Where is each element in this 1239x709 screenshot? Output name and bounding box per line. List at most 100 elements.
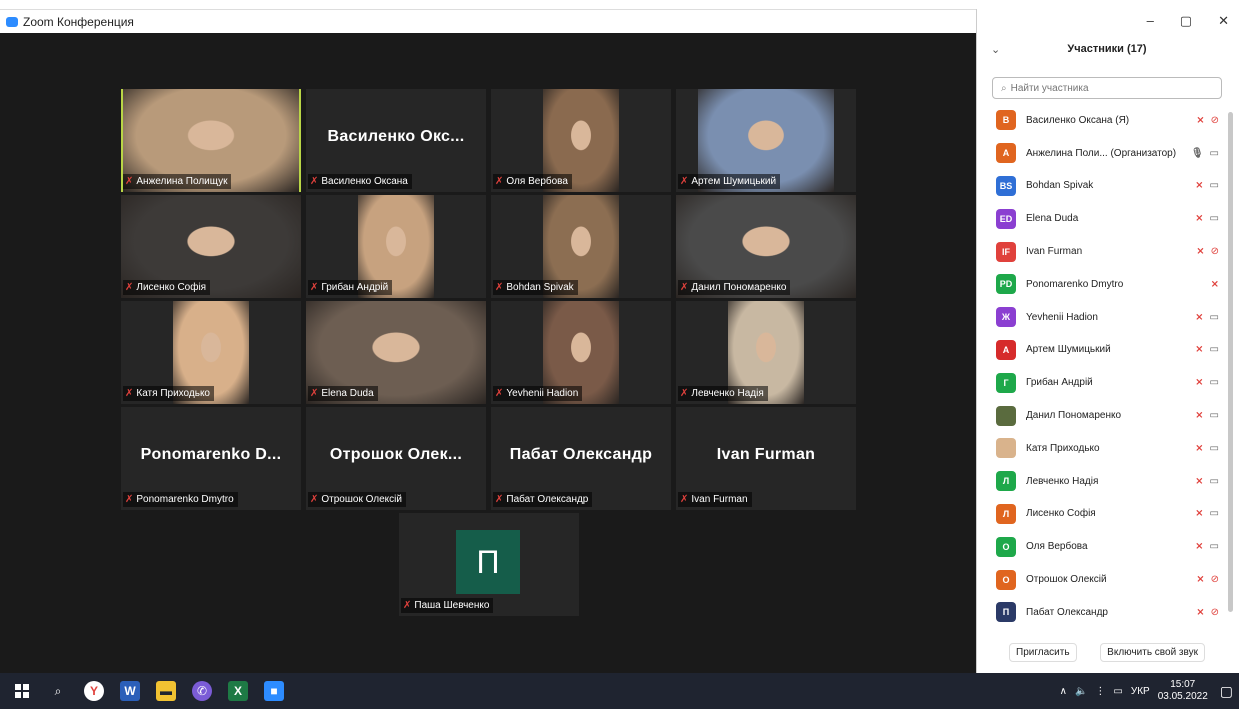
file-explorer-icon[interactable]: ▬: [156, 681, 176, 701]
camera-icon[interactable]: ▭: [1210, 377, 1219, 388]
mic-muted-icon[interactable]: ⨯: [1211, 279, 1219, 290]
participant-row[interactable]: Ж Yevhenii Hadion ⨯ ▭: [977, 301, 1227, 334]
tile-name: Bohdan Spivak: [506, 282, 574, 293]
video-tile[interactable]: ✗ Катя Приходько: [121, 301, 301, 404]
video-tile[interactable]: Василенко Окс... ✗ Василенко Оксана: [306, 89, 486, 192]
microphone-icon[interactable]: 🎙: [1191, 148, 1204, 159]
video-tile[interactable]: ✗ Артем Шумицький: [676, 89, 856, 192]
camera-icon[interactable]: ▭: [1210, 443, 1219, 454]
participant-row[interactable]: В Василенко Оксана (Я) ⨯ ⊘: [977, 104, 1227, 137]
excel-icon[interactable]: X: [228, 681, 248, 701]
participant-row[interactable]: П Пабат Олександр ⨯ ⊘: [977, 596, 1227, 629]
video-grid: ✗ Анжелина Полищук Василенко Окс... ✗ Василе…: [0, 33, 976, 673]
mic-muted-icon[interactable]: ⨯: [1196, 574, 1204, 585]
participant-row[interactable]: О Отрошок Олексій ⨯ ⊘: [977, 563, 1227, 596]
participant-row[interactable]: Л Левченко Надія ⨯ ▭: [977, 465, 1227, 498]
word-icon[interactable]: W: [120, 681, 140, 701]
camera-off-icon[interactable]: ⊘: [1211, 607, 1219, 618]
participant-row[interactable]: О Оля Вербова ⨯ ▭: [977, 530, 1227, 563]
camera-off-icon[interactable]: ⊘: [1211, 574, 1219, 585]
mic-muted-icon[interactable]: ⨯: [1195, 410, 1203, 421]
camera-off-icon[interactable]: ⊘: [1211, 115, 1219, 126]
video-tile[interactable]: ✗ Левченко Надія: [676, 301, 856, 404]
video-tile[interactable]: П ✗ Паша Шевченко: [399, 513, 579, 616]
participant-name: Оля Вербова: [1026, 541, 1088, 553]
invite-button[interactable]: Пригласить: [1009, 643, 1077, 662]
zoom-app-icon[interactable]: ■: [264, 681, 284, 701]
tray-chevron-icon[interactable]: ∧: [1060, 686, 1067, 697]
video-tile[interactable]: ✗ Данил Пономаренко: [676, 195, 856, 298]
video-tile[interactable]: Ivan Furman ✗ Ivan Furman: [676, 407, 856, 510]
tile-display-name: Пабат Олександр: [509, 446, 653, 464]
video-tile[interactable]: ✗ Грибан Андрій: [306, 195, 486, 298]
mic-muted-icon: ✗: [125, 282, 134, 293]
mic-muted-icon[interactable]: ⨯: [1195, 508, 1203, 519]
language-indicator[interactable]: УКР: [1131, 686, 1150, 697]
mic-muted-icon[interactable]: ⨯: [1196, 607, 1204, 618]
minimize-icon[interactable]: –: [1147, 13, 1154, 29]
camera-icon[interactable]: ▭: [1210, 344, 1219, 355]
search-icon[interactable]: ⌕: [48, 681, 68, 701]
video-tile[interactable]: Пабат Олександр ✗ Пабат Олександр: [491, 407, 671, 510]
mic-muted-icon[interactable]: ⨯: [1195, 180, 1203, 191]
video-tile[interactable]: ✗ Анжелина Полищук: [121, 89, 301, 192]
participant-row[interactable]: Г Грибан Андрій ⨯ ▭: [977, 366, 1227, 399]
video-tile[interactable]: ✗ Yevhenii Hadion: [491, 301, 671, 404]
camera-icon[interactable]: ▭: [1210, 213, 1219, 224]
scrollbar[interactable]: [1228, 112, 1233, 612]
video-tile[interactable]: ✗ Лисенко Софія: [121, 195, 301, 298]
video-tile[interactable]: Ponomarenko D... ✗ Ponomarenko Dmytro: [121, 407, 301, 510]
tile-name-label: ✗ Отрошок Олексій: [308, 492, 406, 507]
tile-name: Elena Duda: [321, 388, 374, 399]
chevron-down-icon[interactable]: ⌄: [991, 43, 1000, 56]
camera-icon[interactable]: ▭: [1210, 312, 1219, 323]
video-tile[interactable]: ✗ Bohdan Spivak: [491, 195, 671, 298]
participant-row[interactable]: BS Bohdan Spivak ⨯ ▭: [977, 170, 1227, 203]
mic-muted-icon: ✗: [680, 494, 689, 505]
clock[interactable]: 15:07 03.05.2022: [1158, 679, 1208, 703]
camera-icon[interactable]: ▭: [1210, 541, 1219, 552]
camera-icon[interactable]: ▭: [1210, 410, 1219, 421]
windows-start-icon[interactable]: [12, 681, 32, 701]
system-tray: ∧ 🔈 ⋮ ▭ УКР 15:07 03.05.2022 ▢: [1060, 673, 1233, 709]
mic-muted-icon[interactable]: ⨯: [1195, 443, 1203, 454]
avatar: Л: [996, 471, 1016, 492]
notifications-icon[interactable]: ▢: [1220, 683, 1233, 700]
yandex-browser-icon[interactable]: Y: [84, 681, 104, 701]
camera-icon[interactable]: ▭: [1210, 508, 1219, 519]
mic-muted-icon[interactable]: ⨯: [1195, 344, 1203, 355]
video-tile[interactable]: Отрошок Олек... ✗ Отрошок Олексій: [306, 407, 486, 510]
mic-muted-icon[interactable]: ⨯: [1196, 115, 1204, 126]
video-tile[interactable]: ✗ Elena Duda: [306, 301, 486, 404]
maximize-icon[interactable]: ▢: [1180, 13, 1192, 29]
mic-muted-icon[interactable]: ⨯: [1195, 312, 1203, 323]
search-input[interactable]: [1010, 82, 1201, 94]
participant-row[interactable]: Катя Приходько ⨯ ▭: [977, 432, 1227, 465]
avatar: PD: [996, 274, 1016, 295]
camera-icon[interactable]: ▭: [1210, 476, 1219, 487]
mic-muted-icon[interactable]: ⨯: [1195, 213, 1203, 224]
mic-muted-icon[interactable]: ⨯: [1195, 377, 1203, 388]
viber-icon[interactable]: ✆: [192, 681, 212, 701]
participant-row[interactable]: ED Elena Duda ⨯ ▭: [977, 202, 1227, 235]
mic-muted-icon[interactable]: ⨯: [1195, 541, 1203, 552]
participant-row[interactable]: PD Ponomarenko Dmytro ⨯: [977, 268, 1227, 301]
video-tile[interactable]: ✗ Оля Вербова: [491, 89, 671, 192]
participant-search[interactable]: ⌕: [992, 77, 1222, 99]
participant-row[interactable]: А Артем Шумицький ⨯ ▭: [977, 334, 1227, 367]
mic-muted-icon[interactable]: ⨯: [1196, 246, 1204, 257]
participant-row[interactable]: Л Лисенко Софія ⨯ ▭: [977, 498, 1227, 531]
volume-icon[interactable]: 🔈: [1075, 686, 1087, 697]
network-icon[interactable]: ⋮: [1095, 686, 1105, 697]
camera-off-icon[interactable]: ⊘: [1211, 246, 1219, 257]
participant-row[interactable]: IF Ivan Furman ⨯ ⊘: [977, 235, 1227, 268]
close-icon[interactable]: ✕: [1218, 13, 1229, 29]
mic-muted-icon[interactable]: ⨯: [1195, 476, 1203, 487]
participant-row[interactable]: Данил Пономаренко ⨯ ▭: [977, 399, 1227, 432]
participant-row[interactable]: А Анжелина Поли... (Организатор) 🎙 ▭: [977, 137, 1227, 170]
camera-icon[interactable]: ▭: [1210, 180, 1219, 191]
mic-muted-icon: ✗: [495, 388, 504, 399]
battery-icon[interactable]: ▭: [1113, 686, 1122, 697]
unmute-button[interactable]: Включить свой звук: [1100, 643, 1205, 662]
camera-icon[interactable]: ▭: [1210, 148, 1219, 159]
